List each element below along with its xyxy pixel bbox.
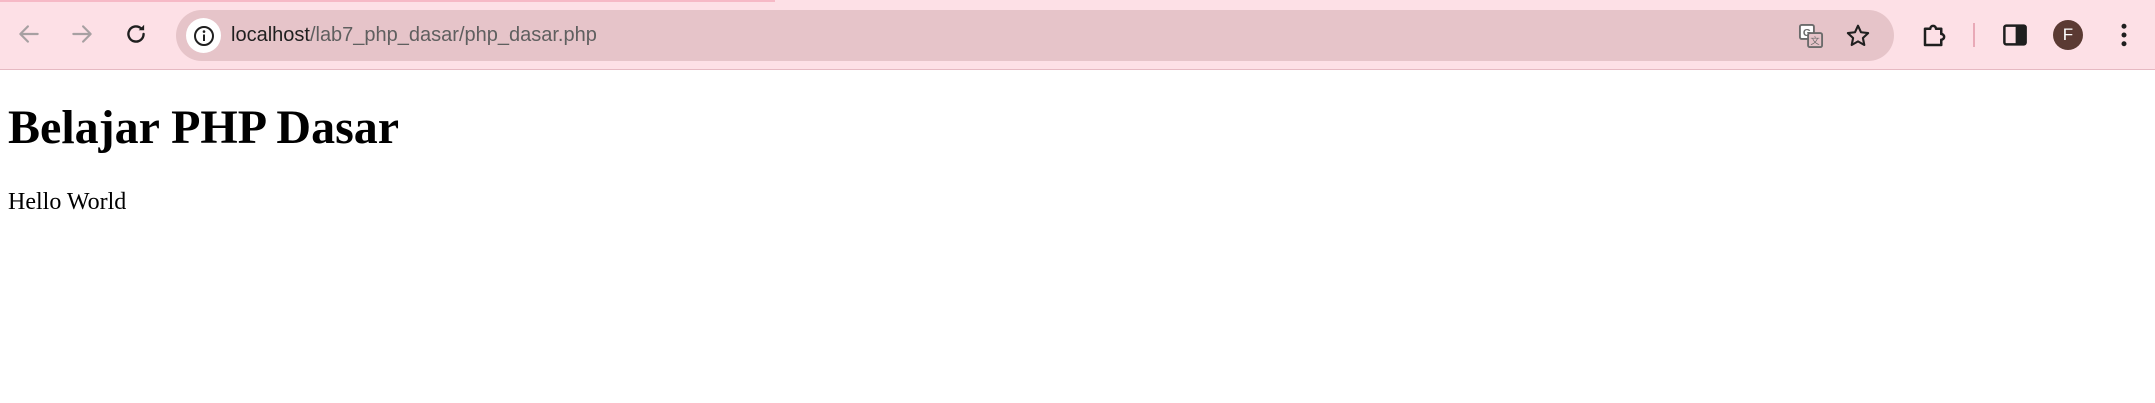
url-text[interactable]: localhost/lab7_php_dasar/php_dasar.php [231, 10, 597, 61]
address-bar[interactable]: localhost/lab7_php_dasar/php_dasar.php G… [176, 10, 1894, 61]
hello-text: Hello World [8, 189, 127, 215]
menu-button[interactable] [2106, 17, 2142, 53]
url-host: localhost [231, 24, 310, 46]
extensions-button[interactable] [1917, 17, 1953, 53]
page-content: Belajar PHP Dasar Hello World [0, 70, 2155, 403]
svg-text:文: 文 [1810, 35, 1819, 47]
arrow-right-icon [72, 25, 92, 43]
toolbar-divider [1973, 23, 1975, 47]
reload-icon [127, 24, 145, 43]
bookmark-star-button[interactable] [1841, 19, 1875, 53]
reload-button[interactable] [114, 12, 158, 56]
browser-toolbar: localhost/lab7_php_dasar/php_dasar.php G… [0, 0, 2155, 70]
info-icon [193, 25, 214, 46]
more-vert-icon [2121, 23, 2127, 47]
site-info-button[interactable] [186, 18, 221, 53]
profile-avatar[interactable]: F [2053, 20, 2083, 50]
back-button[interactable] [7, 12, 51, 56]
forward-button[interactable] [60, 12, 104, 56]
puzzle-icon [1923, 24, 1946, 47]
side-panel-icon [2003, 24, 2027, 46]
page-heading: Belajar PHP Dasar [8, 101, 400, 154]
tab-strip-accent [0, 0, 775, 2]
arrow-left-icon [19, 25, 39, 43]
star-icon [1846, 24, 1870, 47]
translate-icon: G 文 [1798, 23, 1824, 49]
side-panel-button[interactable] [1997, 17, 2033, 53]
url-path: /lab7_php_dasar/php_dasar.php [309, 24, 597, 46]
translate-button[interactable]: G 文 [1794, 19, 1828, 53]
